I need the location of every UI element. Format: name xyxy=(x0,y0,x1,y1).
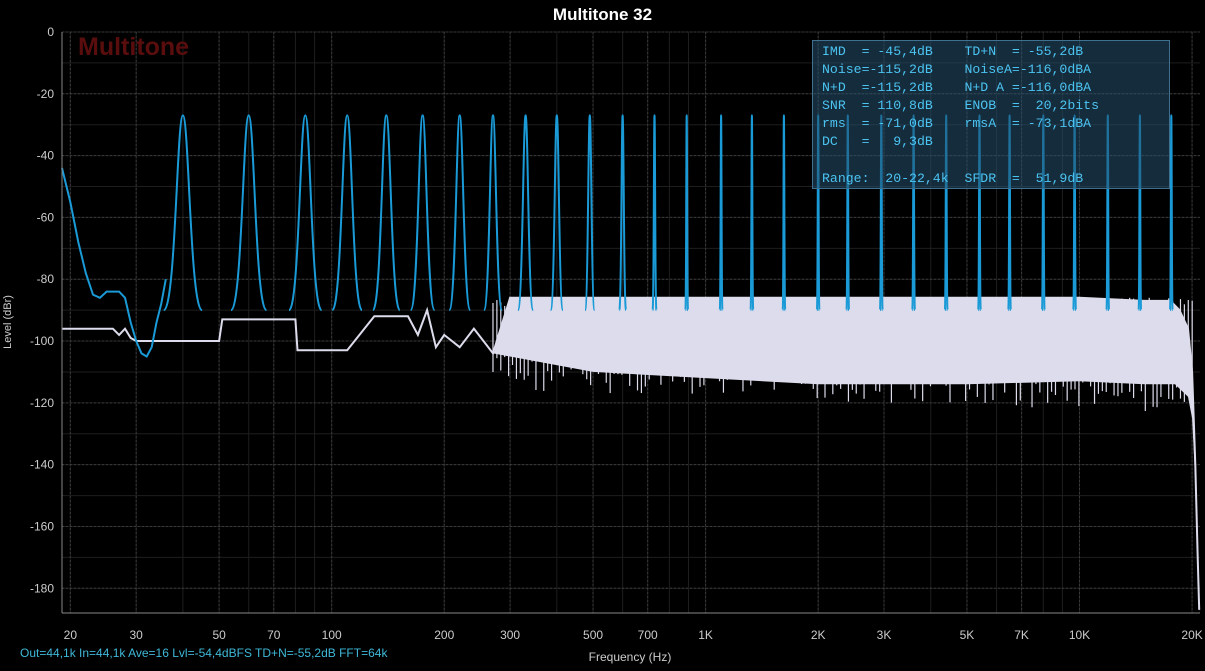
tone-peak xyxy=(448,114,472,312)
x-axis-label: Frequency (Hz) xyxy=(588,650,672,664)
footer-status: Out=44,1k In=44,1k Ave=16 Lvl=-54,4dBFS … xyxy=(20,646,388,660)
tone-peak xyxy=(288,114,323,312)
x-tick-label: 1K xyxy=(698,628,713,642)
tone-peak xyxy=(409,114,436,312)
tone-peak xyxy=(749,114,755,312)
x-tick-label: 20K xyxy=(1181,628,1202,642)
stats-text: IMD = -45,4dB TD+N = -55,2dB Noise=-115,… xyxy=(822,44,1099,186)
x-tick-label: 500 xyxy=(583,628,603,642)
y-tick-label: -120 xyxy=(30,396,54,410)
tone-peak xyxy=(718,114,724,312)
x-tick-labels: 20 30 50 70 100 200 300 500 700 1K 2K 3K 5K 7K 10K 20K xyxy=(64,628,1203,642)
tone-peak xyxy=(331,114,363,312)
x-tick-label: 30 xyxy=(129,628,143,642)
x-tick-label: 300 xyxy=(500,628,520,642)
y-tick-label: -20 xyxy=(37,87,55,101)
y-tick-label: -80 xyxy=(37,272,55,286)
y-tick-label: -140 xyxy=(30,458,54,472)
tone-peak xyxy=(684,114,689,312)
tone-peak xyxy=(651,114,658,312)
x-tick-label: 70 xyxy=(267,628,281,642)
tone-peak xyxy=(781,114,787,312)
y-tick-label: -160 xyxy=(30,519,54,533)
tone-peak xyxy=(1169,114,1174,312)
y-axis-label: Level (dBr) xyxy=(2,295,14,349)
noise-floor-series xyxy=(62,296,1201,613)
tone-peak xyxy=(482,114,504,312)
x-tick-label: 3K xyxy=(877,628,892,642)
y-tick-label: -180 xyxy=(30,581,54,595)
watermark-label: Multitone xyxy=(78,33,190,61)
x-tick-label: 2K xyxy=(811,628,826,642)
x-tick-label: 200 xyxy=(434,628,454,642)
x-tick-label: 100 xyxy=(322,628,342,642)
y-tick-label: -60 xyxy=(37,210,55,224)
stats-panel: IMD = -45,4dB TD+N = -55,2dB Noise=-115,… xyxy=(812,40,1170,189)
x-tick-label: 700 xyxy=(638,628,658,642)
y-tick-labels: 0 -20 -40 -60 -80 -100 -120 -140 -160 -180 xyxy=(30,25,54,595)
x-tick-label: 5K xyxy=(960,628,975,642)
x-tick-label: 10K xyxy=(1069,628,1090,642)
x-tick-label: 7K xyxy=(1014,628,1029,642)
tone-peak xyxy=(371,114,401,312)
y-tick-label: -100 xyxy=(30,334,54,348)
y-tick-label: -40 xyxy=(37,149,55,163)
tone-peak xyxy=(516,114,535,312)
x-tick-label: 20 xyxy=(64,628,78,642)
y-tick-label: 0 xyxy=(47,25,54,39)
x-tick-label: 50 xyxy=(212,628,226,642)
